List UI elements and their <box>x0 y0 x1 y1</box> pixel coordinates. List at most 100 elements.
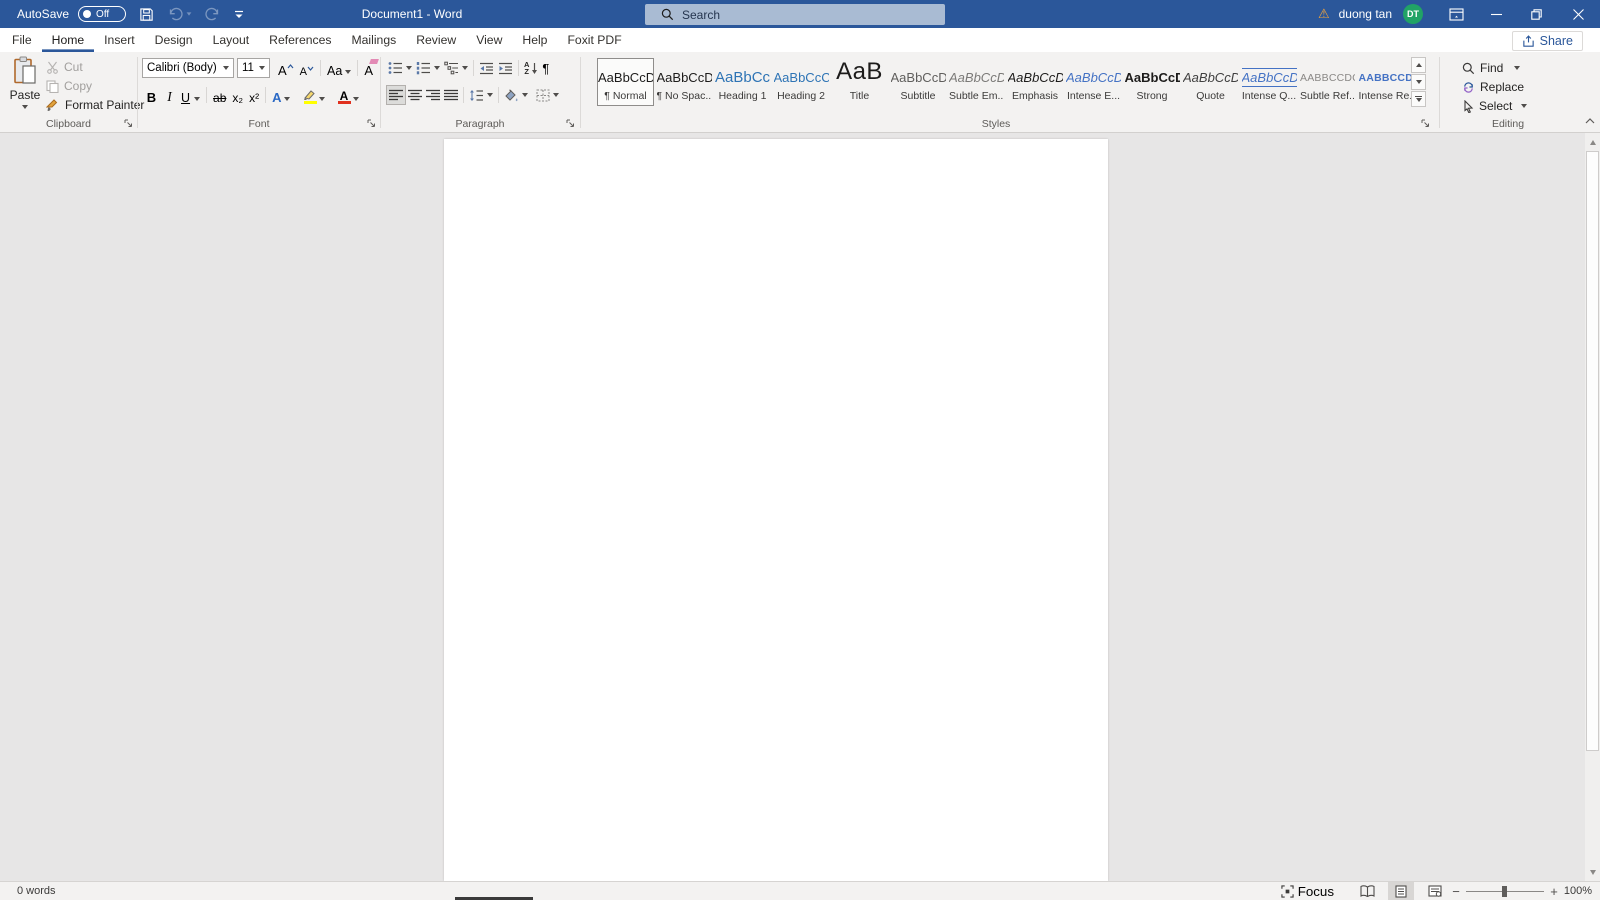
text-highlight-button[interactable] <box>299 85 328 105</box>
font-dialog-launcher[interactable] <box>365 117 377 129</box>
line-spacing-button[interactable] <box>467 85 495 105</box>
text-effects-button[interactable]: A <box>269 85 293 105</box>
zoom-in-button[interactable]: + <box>1546 884 1562 899</box>
style-card[interactable]: AABBCCDC Subtle Ref... <box>1299 58 1356 106</box>
style-card[interactable]: AaBbCcD Subtitle <box>890 58 947 106</box>
warning-icon[interactable]: ⚠ <box>1318 6 1330 22</box>
underline-button[interactable]: U <box>178 85 203 105</box>
ribbon-tab[interactable]: Design <box>145 28 203 52</box>
align-left-button[interactable] <box>386 85 406 105</box>
copy-button[interactable]: Copy <box>46 77 92 95</box>
style-card[interactable]: AaB Title <box>831 58 888 106</box>
style-card[interactable]: AaBbCcDc Quote <box>1182 58 1239 106</box>
justify-button[interactable] <box>442 85 460 105</box>
scrollbar-up-button[interactable] <box>1585 134 1600 150</box>
bullets-button[interactable] <box>386 58 414 78</box>
select-button[interactable]: Select <box>1462 97 1527 115</box>
status-bar: 0 words Focus − <box>0 881 1600 900</box>
style-card[interactable]: AaBbCcDc Strong <box>1124 58 1181 106</box>
style-card[interactable]: AaBbCcC Heading 2 <box>773 58 830 106</box>
close-button[interactable] <box>1556 0 1600 28</box>
ribbon-tab[interactable]: Help <box>512 28 557 52</box>
ribbon-tab[interactable]: Layout <box>203 28 260 52</box>
style-card[interactable]: AaBbCcDc Emphasis <box>1007 58 1064 106</box>
ribbon-tab[interactable]: Insert <box>94 28 144 52</box>
word-count[interactable]: 0 words <box>0 885 56 897</box>
redo-button[interactable] <box>205 7 221 21</box>
style-card[interactable]: AaBbCcDc Intense E... <box>1065 58 1122 106</box>
zoom-level[interactable]: 100% <box>1562 885 1600 897</box>
autosave-toggle[interactable]: Off <box>78 6 126 22</box>
font-name-combo[interactable]: Calibri (Body) <box>142 58 234 78</box>
save-button[interactable] <box>139 7 154 22</box>
style-card[interactable]: AaBbCcDc Subtle Em... <box>948 58 1005 106</box>
shrink-font-button[interactable]: A <box>297 58 317 78</box>
superscript-button[interactable]: x² <box>246 85 262 105</box>
subscript-button[interactable]: x₂ <box>229 85 246 105</box>
undo-button[interactable] <box>167 7 192 21</box>
font-color-button[interactable]: A <box>333 85 362 105</box>
scrollbar-thumb[interactable] <box>1586 151 1599 751</box>
decrease-indent-button[interactable] <box>477 58 496 78</box>
ribbon-tab[interactable]: Review <box>406 28 466 52</box>
style-sample: AABBCCDC <box>1359 67 1414 89</box>
account-name[interactable]: duong tan <box>1339 7 1392 21</box>
web-layout-button[interactable] <box>1422 882 1448 900</box>
ribbon-display-options-button[interactable] <box>1436 0 1476 28</box>
style-card[interactable]: AABBCCDC Intense Re... <box>1358 58 1415 106</box>
borders-button[interactable] <box>534 85 561 105</box>
zoom-slider[interactable] <box>1466 882 1544 900</box>
grow-font-button[interactable]: A <box>275 58 297 78</box>
print-layout-button[interactable] <box>1388 882 1414 900</box>
ribbon-tab[interactable]: View <box>466 28 512 52</box>
styles-dialog-launcher[interactable] <box>1419 117 1431 129</box>
ribbon-tab[interactable]: File <box>2 28 42 52</box>
zoom-slider-thumb[interactable] <box>1502 886 1507 897</box>
show-hide-marks-button[interactable]: ¶ <box>540 58 551 78</box>
minimize-button[interactable] <box>1476 0 1516 28</box>
styles-more-button[interactable] <box>1411 91 1426 107</box>
zoom-out-button[interactable]: − <box>1448 884 1464 899</box>
find-button[interactable]: Find <box>1462 59 1520 77</box>
clipboard-dialog-launcher[interactable] <box>122 117 134 129</box>
style-card[interactable]: AaBbCcDc Intense Q... <box>1241 58 1298 106</box>
font-size-combo[interactable]: 11 <box>237 58 270 78</box>
increase-indent-button[interactable] <box>496 58 515 78</box>
numbering-button[interactable] <box>414 58 442 78</box>
scrollbar-down-button[interactable] <box>1585 864 1600 880</box>
read-mode-button[interactable] <box>1354 882 1380 900</box>
bold-button[interactable]: B <box>142 85 161 105</box>
search-input[interactable] <box>682 8 945 22</box>
format-painter-button[interactable]: Format Painter <box>46 96 144 114</box>
ribbon-tab[interactable]: Mailings <box>342 28 407 52</box>
ribbon-tab[interactable]: References <box>259 28 341 52</box>
collapse-ribbon-button[interactable] <box>1583 115 1597 127</box>
sort-button[interactable]: AZ <box>522 58 540 78</box>
search-box[interactable] <box>645 4 945 25</box>
multilevel-list-button[interactable] <box>442 58 470 78</box>
align-center-button[interactable] <box>406 85 424 105</box>
share-button[interactable]: Share <box>1512 31 1583 51</box>
strikethrough-button[interactable]: ab <box>210 85 229 105</box>
paragraph-dialog-launcher[interactable] <box>564 117 576 129</box>
vertical-scrollbar[interactable] <box>1585 133 1600 881</box>
style-card[interactable]: AaBbCc Heading 1 <box>714 58 771 106</box>
styles-scroll-down-button[interactable] <box>1411 74 1426 90</box>
cut-button[interactable]: Cut <box>46 58 83 76</box>
ribbon-tab[interactable]: Home <box>42 28 95 52</box>
shading-button[interactable] <box>502 85 530 105</box>
account-avatar[interactable]: DT <box>1403 4 1423 24</box>
style-card[interactable]: AaBbCcDc ¶ No Spac... <box>656 58 713 106</box>
italic-button[interactable]: I <box>161 85 178 105</box>
change-case-button[interactable]: Aa <box>324 58 354 78</box>
focus-mode-button[interactable]: Focus <box>1273 882 1342 900</box>
replace-button[interactable]: Replace <box>1462 78 1524 96</box>
styles-scroll-up-button[interactable] <box>1411 57 1426 73</box>
style-card[interactable]: AaBbCcDc ¶ Normal <box>597 58 654 106</box>
customize-quick-access-button[interactable] <box>234 10 244 19</box>
document-page[interactable] <box>444 139 1108 881</box>
restore-button[interactable] <box>1516 0 1556 28</box>
align-right-button[interactable] <box>424 85 442 105</box>
clear-formatting-button[interactable]: A <box>361 58 376 78</box>
ribbon-tab[interactable]: Foxit PDF <box>557 28 631 52</box>
